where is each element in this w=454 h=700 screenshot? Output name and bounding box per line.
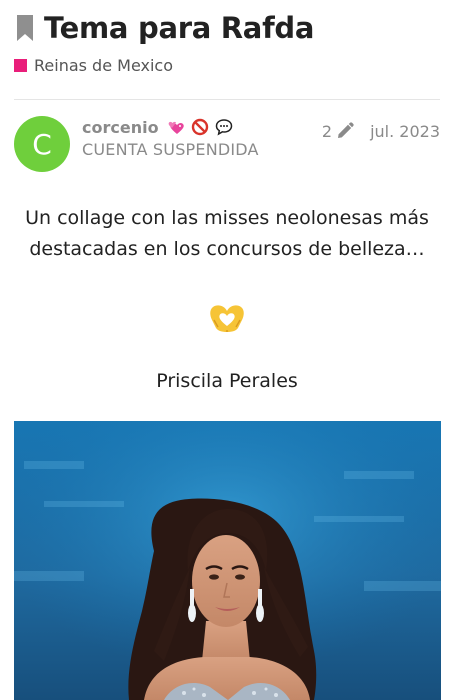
two-hearts-icon (167, 118, 185, 136)
heart-hands-icon (208, 302, 246, 334)
category-badge[interactable]: Reinas de Mexico (14, 53, 173, 77)
pencil-icon[interactable] (336, 122, 354, 140)
category-color-swatch (14, 58, 27, 72)
post-photo[interactable] (14, 421, 441, 700)
username[interactable]: corcenio (82, 118, 159, 137)
bookmark-icon[interactable] (14, 13, 36, 43)
topic-page: Tema para Rafda Reinas de Mexico C corce… (0, 0, 454, 700)
speech-bubble-icon (215, 118, 233, 136)
divider (14, 99, 440, 100)
page-title[interactable]: Tema para Rafda (44, 11, 314, 45)
topic-title-row: Tema para Rafda (14, 8, 444, 48)
image-caption: Priscila Perales (156, 370, 298, 392)
edit-count[interactable]: 2 (322, 122, 332, 141)
avatar[interactable]: C (14, 116, 70, 172)
username-row: corcenio (82, 116, 259, 138)
post-author: corcenio CUENTA SUSPENDIDA (82, 116, 259, 160)
post-date[interactable]: jul. 2023 (370, 122, 440, 141)
avatar-letter: C (32, 127, 52, 161)
no-entry-icon (191, 118, 209, 136)
post-body-text: Un collage con las misses neolonesas más… (25, 207, 429, 260)
user-title: CUENTA SUSPENDIDA (82, 140, 259, 159)
post-meta: 2 jul. 2023 (322, 120, 440, 142)
category-label[interactable]: Reinas de Mexico (34, 56, 173, 75)
